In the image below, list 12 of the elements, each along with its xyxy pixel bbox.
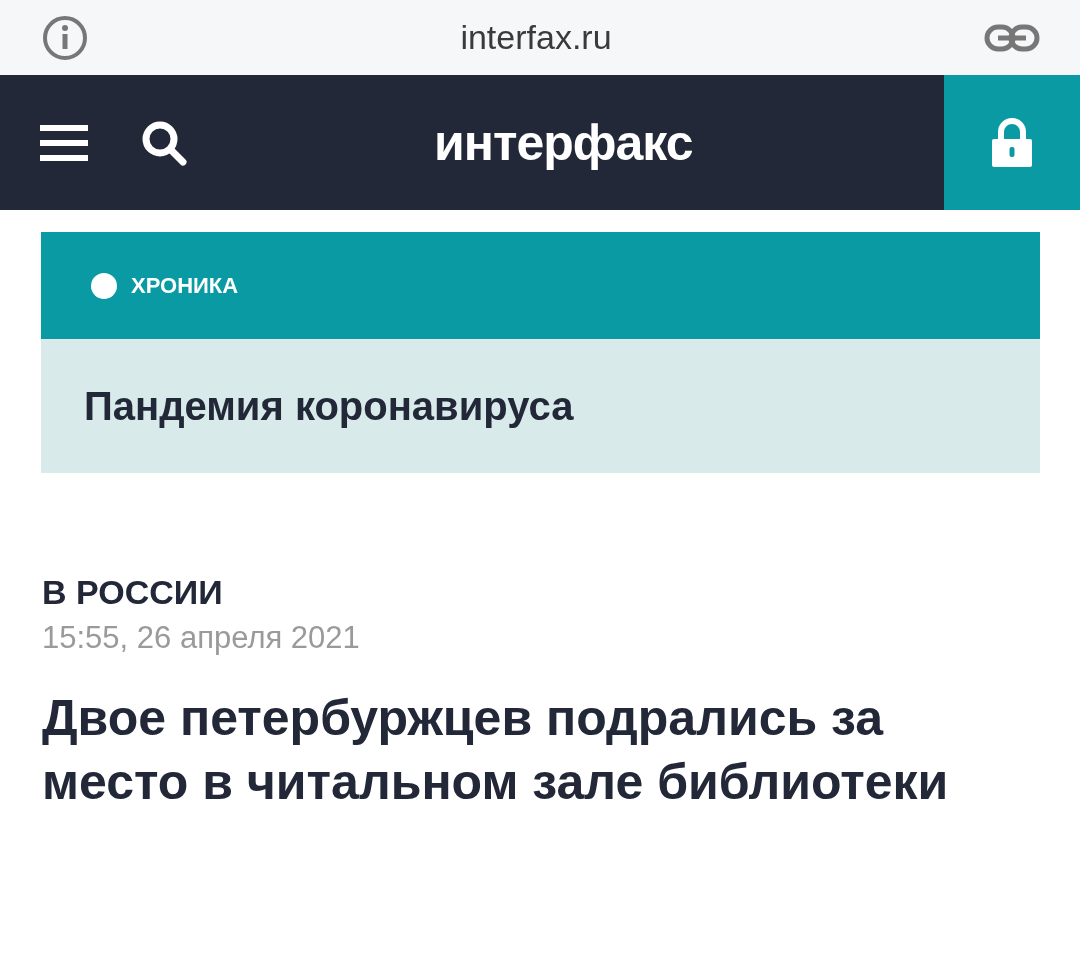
url-text[interactable]: interfax.ru — [460, 18, 612, 57]
login-button[interactable] — [944, 75, 1080, 210]
site-logo[interactable]: интерфакс — [434, 113, 693, 172]
lock-icon — [991, 117, 1033, 168]
article-date: 15:55, 26 апреля 2021 — [42, 620, 361, 656]
info-icon[interactable] — [42, 14, 88, 61]
chronicle-title[interactable]: Пандемия коронавируса — [84, 383, 574, 429]
menu-icon[interactable] — [40, 122, 88, 163]
section-label[interactable]: В РОССИИ — [42, 573, 1040, 612]
dot-icon — [91, 272, 117, 299]
article-headline: Двое петербуржцев подрались за место в читальном зале библиотеки — [42, 689, 950, 812]
link-icon[interactable] — [984, 22, 1040, 53]
